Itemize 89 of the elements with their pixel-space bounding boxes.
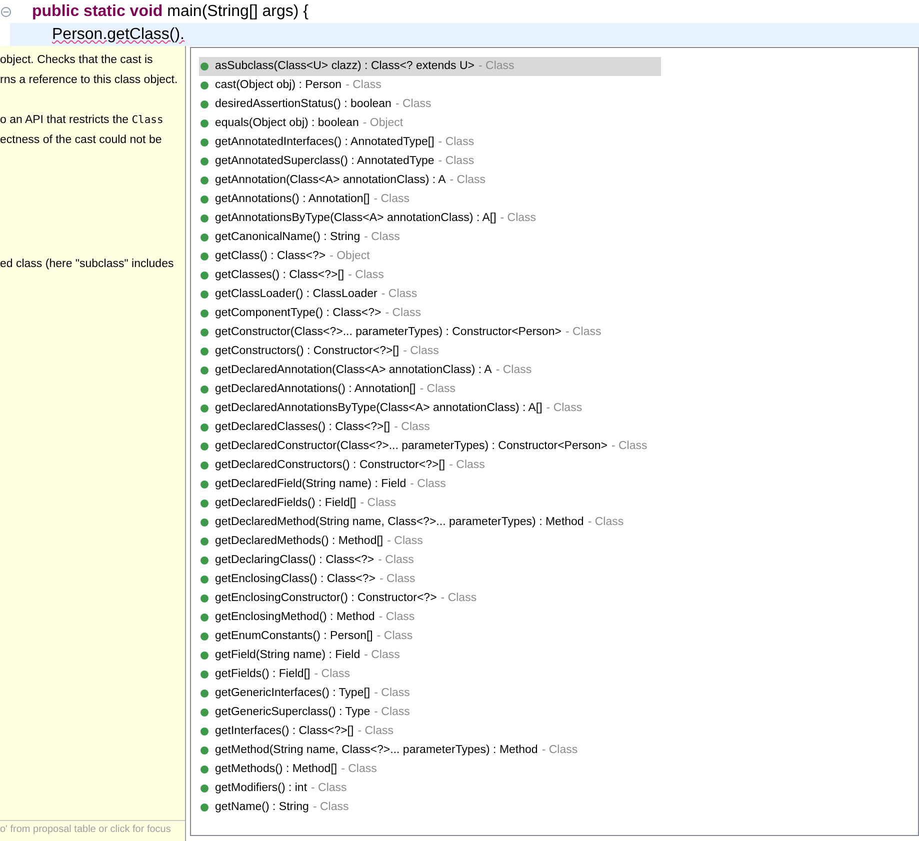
javadoc-text: object. Checks that the cast is [0,53,154,68]
proposal-item[interactable]: desiredAssertionStatus() : boolean - Class [199,95,661,114]
method-icon [200,385,209,394]
method-icon [200,727,209,736]
proposal-item[interactable]: asSubclass(Class<U> clazz) : Class<? extends U> - Class [199,57,661,76]
proposal-item[interactable]: getConstructors() : Constructor<?>[] - Class [199,342,661,361]
method-icon [200,328,209,337]
method-icon [200,62,209,71]
code-line: public static void main(String[] args) { [32,2,309,22]
method-icon [200,461,209,470]
method-icon [200,708,209,717]
proposal-item[interactable]: getDeclaredMethods() : Method[] - Class [199,532,661,551]
method-icon [200,556,209,565]
proposal-item[interactable]: getEnclosingConstructor() : Constructor<?> - Class [199,589,661,608]
method-icon [200,594,209,603]
proposal-item[interactable]: getAnnotationsByType(Class<A> annotationClass) : A[] - Class [199,209,661,228]
method-icon [200,214,209,223]
proposal-item[interactable]: cast(Object obj) : Person - Class [199,76,661,95]
method-icon [200,518,209,527]
proposal-item[interactable]: getDeclaredFields() : Field[] - Class [199,494,661,513]
proposal-item[interactable]: getField(String name) : Field - Class [199,646,661,665]
code-line: Person.getClass(). [52,24,184,44]
method-icon [200,233,209,242]
proposal-item[interactable]: getComponentType() : Class<?> - Class [199,304,661,323]
method-icon [200,689,209,698]
method-icon [200,252,209,261]
method-icon [200,746,209,755]
method-icon [200,651,209,660]
proposal-item[interactable]: getClasses() : Class<?>[] - Class [199,266,661,285]
proposal-item[interactable]: getDeclaredMethod(String name, Class<?>... parameterTypes) : Method - Class [199,513,661,532]
proposal-item[interactable]: getClass() : Class<?> - Object [199,247,661,266]
method-icon [200,81,209,90]
proposal-item[interactable]: getName() : String - Class [199,798,661,817]
proposal-item[interactable]: getClassLoader() : ClassLoader - Class [199,285,661,304]
proposal-item[interactable]: getDeclaredConstructors() : Constructor<?>[] - Class [199,456,661,475]
proposal-item[interactable]: getDeclaredAnnotations() : Annotation[] - Class [199,380,661,399]
proposal-item[interactable]: getFields() : Field[] - Class [199,665,661,684]
method-icon [200,290,209,299]
proposal-item[interactable]: getAnnotatedSuperclass() : AnnotatedType - Class [199,152,661,171]
proposal-item[interactable]: getDeclaredAnnotationsByType(Class<A> annotationClass) : A[] - Class [199,399,661,418]
collapse-icon[interactable] [1,6,11,16]
proposal-item[interactable]: getDeclaringClass() : Class<?> - Class [199,551,661,570]
proposal-item[interactable]: getAnnotations() : Annotation[] - Class [199,190,661,209]
proposal-item[interactable]: getCanonicalName() : String - Class [199,228,661,247]
proposal-item[interactable]: getMethod(String name, Class<?>... parameterTypes) : Method - Class [199,741,661,760]
method-icon [200,765,209,774]
proposal-item[interactable]: getDeclaredField(String name) : Field - Class [199,475,661,494]
proposal-item[interactable]: getAnnotation(Class<A> annotationClass) : A - Class [199,171,661,190]
proposal-item[interactable]: getInterfaces() : Class<?>[] - Class [199,722,661,741]
method-icon [200,575,209,584]
proposal-item[interactable]: getDeclaredAnnotation(Class<A> annotationClass) : A - Class [199,361,661,380]
status-hint: o' from proposal table or click for focus [0,823,171,836]
method-icon [200,309,209,318]
proposal-item[interactable]: equals(Object obj) : boolean - Object [199,114,661,133]
method-icon [200,442,209,451]
method-icon [200,803,209,812]
proposal-item[interactable]: getEnclosingMethod() : Method - Class [199,608,661,627]
method-icon [200,176,209,185]
method-icon [200,195,209,204]
proposal-item[interactable]: getEnclosingClass() : Class<?> - Class [199,570,661,589]
method-icon [200,537,209,546]
method-icon [200,271,209,280]
proposal-item[interactable]: getDeclaredClasses() : Class<?>[] - Class [199,418,661,437]
proposal-item[interactable]: getModifiers() : int - Class [199,779,661,798]
method-icon [200,366,209,375]
proposal-item[interactable]: getAnnotatedInterfaces() : AnnotatedType[] - Class [199,133,661,152]
method-icon [200,670,209,679]
proposal-item[interactable]: getConstructor(Class<?>... parameterTypes) : Constructor<Person> - Class [199,323,661,342]
method-icon [200,499,209,508]
javadoc-text: o an API that restricts the Class [0,113,164,128]
method-icon [200,119,209,128]
method-icon [200,100,209,109]
javadoc-text: rns a reference to this class object. [0,73,179,88]
proposal-item[interactable]: getEnumConstants() : Person[] - Class [199,627,661,646]
method-icon [200,138,209,147]
method-icon [200,347,209,356]
method-icon [200,784,209,793]
method-icon [200,480,209,489]
proposal-item[interactable]: getMethods() : Method[] - Class [199,760,661,779]
proposal-item[interactable]: getGenericInterfaces() : Type[] - Class [199,684,661,703]
method-icon [200,632,209,641]
javadoc-text: ed class (here "subclass" includes [0,257,175,272]
method-icon [200,157,209,166]
javadoc-text: ectness of the cast could not be [0,133,163,148]
proposal-item[interactable]: getDeclaredConstructor(Class<?>... parameterTypes) : Constructor<Person> - Class [199,437,661,456]
method-icon [200,613,209,622]
proposal-item[interactable]: getGenericSuperclass() : Type - Class [199,703,661,722]
method-icon [200,404,209,413]
method-icon [200,423,209,432]
